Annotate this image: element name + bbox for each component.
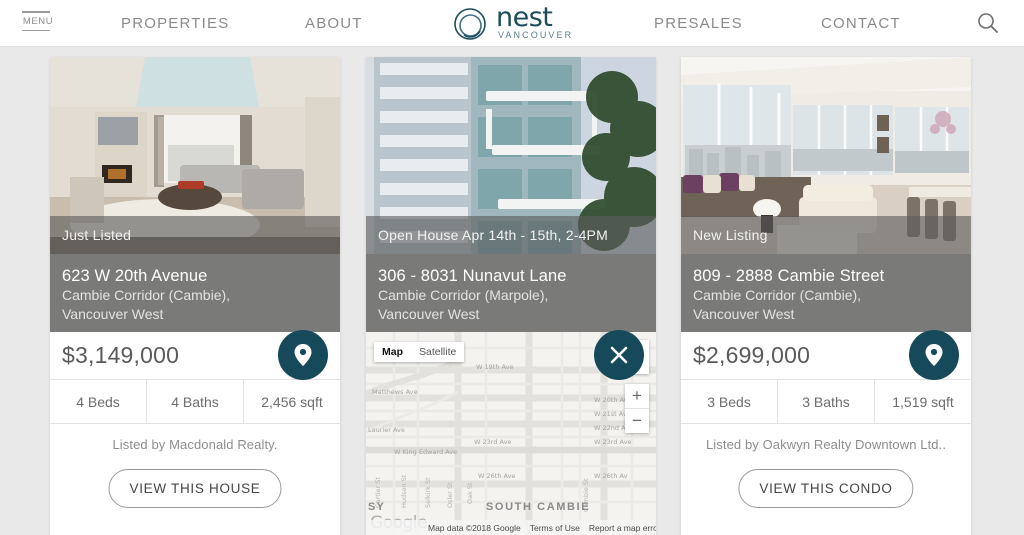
- listing-card[interactable]: Open House Apr 14th - 15th, 2-4PM 306 - …: [366, 57, 656, 535]
- listing-footer: Listed by Oakwyn Realty Downtown Ltd.. V…: [681, 424, 971, 535]
- svg-text:Hudson St: Hudson St: [400, 474, 408, 508]
- map-type-satellite[interactable]: Satellite: [411, 342, 464, 362]
- listing-stats: 3 Beds 3 Baths 1,519 sqft: [681, 380, 971, 424]
- site-header: MENU PROPERTIES ABOUT PRESALES CONTACT n…: [0, 0, 1024, 47]
- listing-beds: 4 Beds: [50, 380, 147, 423]
- listing-region: Vancouver West: [62, 306, 164, 322]
- map-zoom-in-button[interactable]: +: [625, 384, 649, 408]
- svg-text:W 23rd Ave: W 23rd Ave: [474, 438, 511, 446]
- nav-item-contact[interactable]: CONTACT: [821, 15, 901, 32]
- listing-card[interactable]: New Listing 809 - 2888 Cambie Street Cam…: [681, 57, 971, 535]
- nav-item-presales[interactable]: PRESALES: [654, 15, 743, 32]
- listing-photo[interactable]: Open House Apr 14th - 15th, 2-4PM: [366, 57, 656, 254]
- svg-text:Osler St: Osler St: [446, 482, 454, 508]
- listing-photo[interactable]: Just Listed: [50, 57, 340, 254]
- svg-text:Laurier Ave: Laurier Ave: [368, 426, 405, 434]
- listing-price: $3,149,000: [62, 342, 180, 368]
- svg-text:W 26th Av: W 26th Av: [594, 472, 628, 480]
- logo-subtitle: VANCOUVER: [498, 30, 574, 40]
- nest-spiral-icon: [452, 6, 490, 49]
- view-listing-button[interactable]: VIEW THIS HOUSE: [108, 469, 282, 508]
- listing-beds: 3 Beds: [681, 380, 778, 423]
- listing-region: Vancouver West: [693, 306, 795, 322]
- listing-size: 2,456 sqft: [261, 393, 323, 410]
- svg-text:W 23rd Ave: W 23rd Ave: [594, 438, 631, 446]
- listing-baths: 3 Baths: [778, 380, 875, 423]
- listing-badge: Just Listed: [50, 216, 340, 254]
- menu-button[interactable]: MENU: [22, 11, 54, 31]
- listing-baths: 4 Baths: [147, 380, 244, 423]
- listing-address: 623 W 20th Avenue: [62, 267, 208, 285]
- map-zoom-controls[interactable]: + −: [625, 384, 649, 433]
- map-pin-icon[interactable]: [909, 330, 959, 380]
- map-attribution: Map data ©2018 Google: [428, 522, 521, 533]
- listing-address-block: 623 W 20th Avenue Cambie Corridor (Cambi…: [50, 254, 340, 332]
- logo-wordmark: nest: [496, 2, 553, 33]
- listing-badge: Open House Apr 14th - 15th, 2-4PM: [366, 216, 656, 254]
- listing-card[interactable]: Just Listed 623 W 20th Avenue Cambie Cor…: [50, 57, 340, 535]
- listing-address-block: 809 - 2888 Cambie Street Cambie Corridor…: [681, 254, 971, 332]
- map-pin-icon[interactable]: [278, 330, 328, 380]
- listings-grid: Just Listed 623 W 20th Avenue Cambie Cor…: [0, 47, 1024, 535]
- map-zoom-out-button[interactable]: −: [625, 409, 649, 433]
- svg-text:Oak St: Oak St: [466, 482, 474, 504]
- svg-text:W 19th Ave: W 19th Ave: [476, 363, 513, 371]
- listing-neighbourhood: Cambie Corridor (Cambie),: [62, 287, 231, 303]
- menu-bar-bottom: [22, 29, 50, 31]
- map-terms-link[interactable]: Terms of Use: [530, 523, 580, 533]
- menu-label: MENU: [22, 15, 54, 27]
- nav-item-about[interactable]: ABOUT: [305, 15, 363, 32]
- listing-address: 809 - 2888 Cambie Street: [693, 267, 885, 285]
- search-icon[interactable]: [974, 10, 1002, 38]
- map-type-switcher[interactable]: Map Satellite: [374, 342, 465, 362]
- svg-text:Matthews Ave: Matthews Ave: [372, 388, 418, 396]
- map-neighbourhood-label: SOUTH CAMBIE: [486, 501, 591, 513]
- view-listing-button[interactable]: VIEW THIS CONDO: [738, 469, 914, 508]
- listing-address-block: 306 - 8031 Nunavut Lane Cambie Corridor …: [366, 254, 656, 332]
- map-type-map[interactable]: Map: [374, 342, 411, 362]
- listing-brokerage: Listed by Macdonald Realty.: [112, 437, 278, 452]
- svg-text:Selkirk St: Selkirk St: [424, 477, 432, 508]
- nav-item-properties[interactable]: PROPERTIES: [121, 15, 229, 32]
- svg-text:W King Edward Ave: W King Edward Ave: [394, 448, 457, 456]
- listing-photo[interactable]: New Listing: [681, 57, 971, 254]
- listing-badge: New Listing: [681, 216, 971, 254]
- listing-footer: Listed by Macdonald Realty. VIEW THIS HO…: [50, 424, 340, 535]
- listing-region: Vancouver West: [378, 306, 480, 322]
- site-logo[interactable]: nest VANCOUVER: [452, 2, 574, 44]
- listing-price: $2,699,000: [693, 342, 811, 368]
- listing-address: 306 - 8031 Nunavut Lane: [378, 267, 567, 285]
- listing-neighbourhood: Cambie Corridor (Marpole),: [378, 287, 549, 303]
- map-report-link[interactable]: Report a map error: [589, 523, 656, 533]
- listing-neighbourhood: Cambie Corridor (Cambie),: [693, 287, 862, 303]
- close-icon[interactable]: [594, 330, 644, 380]
- svg-text:W 26th Ave: W 26th Ave: [478, 472, 515, 480]
- map-attribution-bar: Map data ©2018 Google Terms of Use Repor…: [366, 520, 656, 535]
- map-corner-label: SY: [368, 501, 386, 513]
- listing-brokerage: Listed by Oakwyn Realty Downtown Ltd..: [705, 437, 947, 452]
- listing-stats: 4 Beds 4 Baths 2,456 sqft: [50, 380, 340, 424]
- listing-size: 1,519 sqft: [892, 393, 954, 410]
